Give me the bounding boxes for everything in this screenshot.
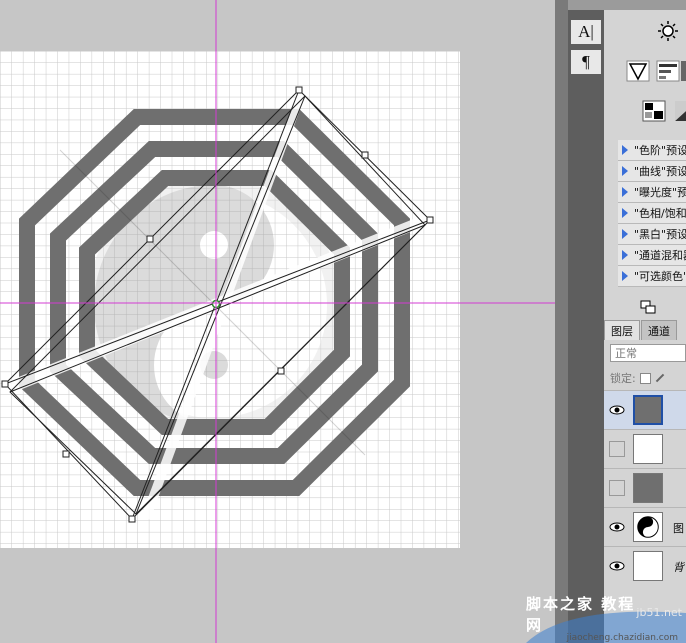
adjustments-header bbox=[604, 0, 686, 10]
selective-color-icon[interactable] bbox=[642, 100, 666, 122]
expand-triangle-icon bbox=[622, 271, 628, 281]
preset-item-exposure[interactable]: "曝光度"预设 bbox=[618, 182, 686, 203]
preset-item-channel-mixer[interactable]: "通道混和器"预设 bbox=[618, 245, 686, 266]
expand-triangle-icon bbox=[622, 208, 628, 218]
layer-row-2[interactable] bbox=[604, 429, 686, 468]
visibility-eye-icon[interactable] bbox=[608, 518, 626, 536]
preset-label: "曝光度"预设 bbox=[634, 186, 686, 199]
canvas-scroll-edge bbox=[555, 0, 568, 643]
preset-item-selective-color[interactable]: "可选颜色"预设 bbox=[618, 266, 686, 287]
panel-dock-strip: A| ¶ bbox=[568, 0, 604, 643]
preset-item-black-white[interactable]: "黑白"预设 bbox=[618, 224, 686, 245]
preset-label: "色相/饱和度"预设 bbox=[634, 207, 686, 220]
lock-transparent-icon[interactable] bbox=[639, 372, 651, 384]
visibility-off-box[interactable] bbox=[609, 441, 625, 457]
layer-thumbnail bbox=[633, 395, 663, 425]
preset-label: "黑白"预设 bbox=[634, 228, 686, 241]
visibility-eye-icon[interactable] bbox=[608, 401, 626, 419]
layer-row-5[interactable]: 背 bbox=[604, 546, 686, 585]
layers-tabs: 图层 通道 bbox=[604, 320, 678, 340]
paragraph-icon: ¶ bbox=[582, 52, 590, 71]
lock-brush-icon[interactable] bbox=[655, 373, 664, 383]
expand-triangle-icon bbox=[622, 187, 628, 197]
tab-layers[interactable]: 图层 bbox=[604, 320, 640, 340]
visibility-eye-icon[interactable] bbox=[608, 557, 626, 575]
preset-label: "色阶"预设 bbox=[634, 144, 686, 157]
layer-thumbnail bbox=[633, 473, 663, 503]
expand-triangle-icon bbox=[622, 250, 628, 260]
layer-row-3[interactable] bbox=[604, 468, 686, 507]
visibility-off-box[interactable] bbox=[609, 480, 625, 496]
expand-triangle-icon bbox=[622, 166, 628, 176]
lock-label: 锁定: bbox=[610, 372, 636, 385]
lock-row: 锁定: bbox=[610, 370, 665, 386]
gradient-icon[interactable] bbox=[680, 60, 686, 82]
expand-triangle-icon bbox=[622, 145, 628, 155]
brightness-icon[interactable] bbox=[656, 20, 680, 42]
tab-channels[interactable]: 通道 bbox=[641, 320, 677, 340]
canvas-artwork[interactable] bbox=[0, 0, 568, 643]
expand-triangle-icon bbox=[622, 229, 628, 239]
preset-label: "通道混和器"预设 bbox=[634, 249, 686, 262]
yinyang-thumbnail-icon bbox=[633, 512, 663, 542]
adjustments-panel: "色阶"预设 "曲线"预设 "曝光度"预设 "色相/饱和度"预设 "黑白"预设 … bbox=[604, 0, 686, 318]
vibrance-icon[interactable] bbox=[626, 60, 650, 82]
layer-row-4[interactable]: 图 bbox=[604, 507, 686, 546]
layer-row-1[interactable] bbox=[604, 390, 686, 429]
right-panels: "色阶"预设 "曲线"预设 "曝光度"预设 "色相/饱和度"预设 "黑白"预设 … bbox=[604, 0, 686, 643]
preset-label: "曲线"预设 bbox=[634, 165, 686, 178]
layer-name: 图 bbox=[673, 522, 684, 535]
document-canvas[interactable] bbox=[0, 0, 568, 643]
clip-to-layer-icon[interactable] bbox=[640, 300, 656, 314]
watermark: jb51.net 脚本之家 教程网 jiaocheng.chazidian.co… bbox=[526, 595, 686, 643]
watermark-title: 脚本之家 教程网 bbox=[526, 595, 636, 634]
black-white-icon[interactable] bbox=[674, 100, 686, 122]
character-panel-button[interactable]: A| bbox=[571, 20, 601, 44]
preset-item-levels[interactable]: "色阶"预设 bbox=[618, 140, 686, 161]
layer-thumbnail bbox=[633, 434, 663, 464]
preset-label: "可选颜色"预设 bbox=[634, 270, 686, 283]
paragraph-panel-button[interactable]: ¶ bbox=[571, 50, 601, 74]
preset-item-curves[interactable]: "曲线"预设 bbox=[618, 161, 686, 182]
watermark-subtitle: jiaocheng.chazidian.com bbox=[566, 633, 678, 643]
levels-icon[interactable] bbox=[656, 60, 680, 82]
layer-name: 背 bbox=[673, 561, 684, 574]
adjustment-presets-list: "色阶"预设 "曲线"预设 "曝光度"预设 "色相/饱和度"预设 "黑白"预设 … bbox=[618, 140, 686, 287]
preset-item-hue-saturation[interactable]: "色相/饱和度"预设 bbox=[618, 203, 686, 224]
dock-header bbox=[568, 0, 604, 10]
text-tool-icon: A| bbox=[578, 22, 594, 41]
layer-thumbnail bbox=[633, 551, 663, 581]
blend-mode-select[interactable]: 正常 bbox=[610, 344, 686, 362]
